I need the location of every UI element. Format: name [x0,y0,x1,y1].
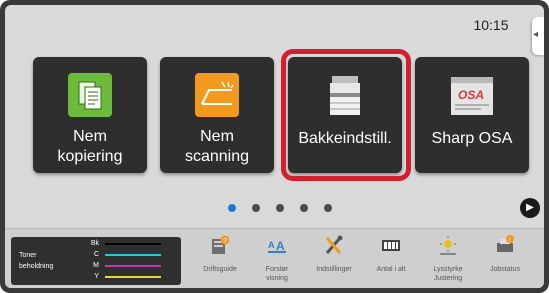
toner-row-m: M [77,261,177,271]
tile-label-line2: scanning [184,148,250,165]
toner-label-line2: beholdning [19,263,54,270]
toner-label-line1: Toner [19,252,37,259]
play-arrow-icon: ▶ [526,202,534,213]
toner-bar [105,276,161,278]
magnify-display-icon: A A [268,239,286,253]
page-dot-1[interactable] [228,204,236,212]
arrow-left-icon: ◂ [533,29,539,40]
selection-highlight [281,49,411,181]
bottom-label: Driftsguide [203,266,237,273]
clock: 10:15 [473,17,509,33]
operation-guide-button[interactable]: ? Driftsguide [192,233,248,285]
bottom-label: Lysstyrke Justering [420,265,476,283]
side-panel-tab[interactable]: ◂ [532,17,544,55]
toner-status[interactable]: Toner beholdning Bk C M Y [11,237,181,285]
job-status-button[interactable]: ! Jobstatus [477,233,533,285]
svg-text:A: A [276,239,285,253]
bottom-label: Forstør visning [249,265,305,283]
next-page-button[interactable]: ▶ [520,198,540,218]
brightness-adjust-button[interactable]: Lysstyrke Justering [420,233,476,285]
bottom-label-line1: Lysstyrke [433,266,463,273]
toner-bar [105,243,161,245]
enlarge-display-button[interactable]: A A Forstør visning [249,233,305,285]
toner-bar [105,265,161,267]
touch-screen: 10:15 ◂ Nem kopiering Nem scanning Bakke… [5,5,544,288]
job-status-icon: ! [497,235,514,252]
bottom-label-line2: Justering [433,275,463,282]
page-dot-4[interactable] [300,204,308,212]
tile-label-line1: Nem [73,128,107,145]
svg-text:?: ? [223,238,227,245]
toner-row-bk: Bk [77,239,177,249]
toner-key: M [93,262,99,269]
tile-label-line2: kopiering [57,148,123,165]
tile-easy-scan[interactable]: Nem scanning [160,57,274,173]
tools-icon [325,235,343,254]
page-dot-5[interactable] [324,204,332,212]
bottom-label: Jobstatus [490,266,520,273]
scan-icon [195,73,239,117]
tile-label-line1: Nem [200,128,234,145]
page-dot-2[interactable] [252,204,260,212]
bottom-label-line2: visning [266,275,288,282]
toner-key: Y [94,273,99,280]
device-bezel: 10:15 ◂ Nem kopiering Nem scanning Bakke… [0,0,549,293]
tile-easy-copy[interactable]: Nem kopiering [33,57,147,173]
toner-key: Bk [90,240,99,247]
brightness-icon [440,236,456,255]
svg-text:A: A [268,240,275,250]
tile-label: Sharp OSA [431,130,513,147]
total-count-button[interactable]: Antal i alt [363,233,419,285]
bottom-label: Indstillinger [316,266,352,273]
toner-key: C [93,251,99,258]
toner-label: Toner beholdning [19,250,53,272]
bottom-label: Antal i alt [376,266,406,273]
toner-bar [105,254,161,256]
tile-sharp-osa[interactable]: OSA Sharp OSA [415,57,529,173]
copy-icon [68,73,112,117]
osa-icon: OSA [447,73,497,117]
toner-row-y: Y [77,272,177,282]
bottom-label-line1: Forstør [265,266,289,273]
page-dot-3[interactable] [276,204,284,212]
settings-button[interactable]: Indstillinger [306,233,362,285]
guide-icon: ? [212,235,229,254]
counter-icon [382,240,400,251]
toner-row-c: C [77,250,177,260]
svg-text:OSA: OSA [458,88,484,102]
bottom-bar: Toner beholdning Bk C M Y ? Driftsguide … [5,228,544,288]
